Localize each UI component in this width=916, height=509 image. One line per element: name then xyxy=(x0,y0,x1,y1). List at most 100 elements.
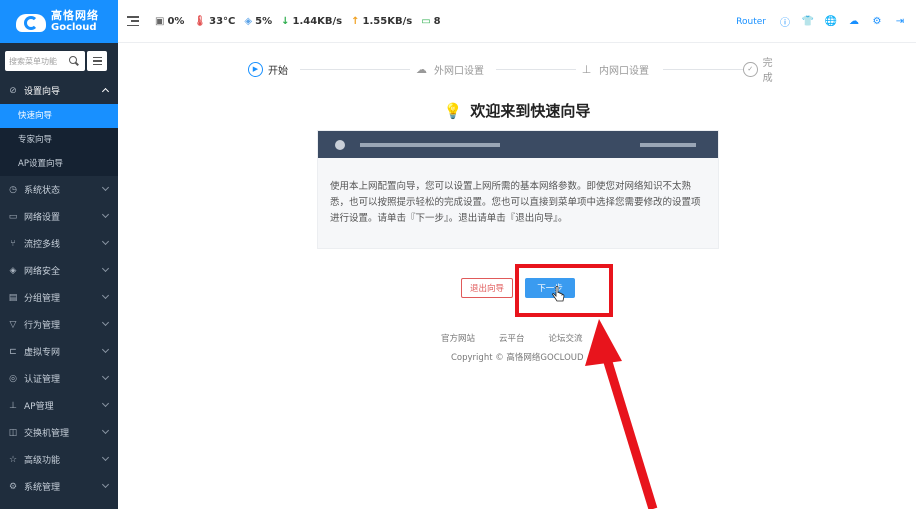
sidebar-item-system-status[interactable]: ◷ 系统状态 xyxy=(0,176,118,203)
sidebar-item-label: 高级功能 xyxy=(24,456,61,466)
step-connector xyxy=(300,69,410,70)
split-icon: ⑂ xyxy=(10,238,16,249)
monitor-icon: ▭ xyxy=(421,15,431,27)
thermometer-icon: 🌡 xyxy=(193,15,207,27)
step-label: 完成 xyxy=(762,58,773,84)
collapse-menu-icon[interactable] xyxy=(127,16,139,26)
brand-name-en: Gocloud xyxy=(51,22,97,33)
sidebar-item-ap-management[interactable]: ⊥ AP管理 xyxy=(0,392,118,419)
gocloud-logo-icon xyxy=(16,11,46,33)
top-bar: ▣ 0% 🌡 33°C ◈ 5% ↓ 1.44KB/s ↑ 1.55KB/s ▭… xyxy=(118,0,916,43)
step-label: 外网口设置 xyxy=(434,65,484,77)
cpu-icon: ▣ xyxy=(155,15,165,27)
search-icon[interactable] xyxy=(69,56,79,66)
sidebar-item-label: 设置向导 xyxy=(24,87,61,97)
switch-icon: ◫ xyxy=(8,427,18,438)
compass-icon: ⊘ xyxy=(9,85,17,96)
logo[interactable]: 高恪网络 Gocloud xyxy=(0,0,118,43)
sidebar-subitem-expert-wizard[interactable]: 专家向导 xyxy=(0,128,118,152)
sidebar-item-advanced[interactable]: ☆ 高级功能 xyxy=(0,446,118,473)
memory-stat: ◈ 5% xyxy=(244,16,272,27)
tshirt-icon[interactable]: 👕 xyxy=(801,15,815,29)
chevron-down-icon xyxy=(101,453,110,462)
step-label: 开始 xyxy=(268,65,288,77)
chevron-down-icon xyxy=(101,372,110,381)
sidebar-item-vpn[interactable]: ⊏ 虚拟专网 xyxy=(0,338,118,365)
chevron-down-icon xyxy=(101,426,110,435)
sidebar-item-label: 系统管理 xyxy=(24,483,61,493)
welcome-heading: 💡 欢迎来到快速向导 xyxy=(118,100,916,121)
chevron-up-icon xyxy=(101,87,110,96)
sidebar-item-auth-management[interactable]: ◎ 认证管理 xyxy=(0,365,118,392)
sidebar-item-label: 分组管理 xyxy=(24,294,61,304)
check-circle-icon: ✓ xyxy=(743,61,758,77)
sitemap-icon: ⊥ xyxy=(9,400,17,411)
menu-search-row xyxy=(0,43,118,77)
sidebar-item-label: 网络安全 xyxy=(24,267,61,277)
footer-link-official-site[interactable]: 官方网站 xyxy=(441,332,475,344)
footer-link-cloud-platform[interactable]: 云平台 xyxy=(499,332,525,344)
step-connector xyxy=(496,69,576,70)
main-content: ▶ 开始 ☁ 外网口设置 ⊥ 内网口设置 ✓ 完成 💡 欢迎来到快速向导 使用本… xyxy=(118,43,916,509)
vpn-icon: ⊏ xyxy=(9,346,17,357)
info-icon[interactable]: ⓘ xyxy=(778,15,792,29)
arrow-down-icon: ↓ xyxy=(281,15,290,27)
cpu-stat: ▣ 0% xyxy=(155,16,184,27)
chevron-down-icon xyxy=(101,183,110,192)
chevron-down-icon xyxy=(101,210,110,219)
gear-icon: ⚙ xyxy=(8,481,18,492)
cloud-upload-icon[interactable]: ☁ xyxy=(847,15,861,29)
sidebar-item-network-settings[interactable]: ▭ 网络设置 xyxy=(0,203,118,230)
sidebar-item-network-security[interactable]: ◈ 网络安全 xyxy=(0,257,118,284)
sidebar-item-flow-control[interactable]: ⑂ 流控多线 xyxy=(0,230,118,257)
sidebar-item-group-management[interactable]: ▤ 分组管理 xyxy=(0,284,118,311)
sidebar-item-behavior-management[interactable]: ▽ 行为管理 xyxy=(0,311,118,338)
exit-wizard-button[interactable]: 退出向导 xyxy=(461,278,513,298)
arrow-up-icon: ↑ xyxy=(351,15,360,27)
menu-search-input[interactable] xyxy=(9,52,69,70)
sidebar-item-setup-wizard[interactable]: ⊘ 设置向导 xyxy=(0,77,118,104)
chevron-down-icon xyxy=(101,318,110,327)
sidebar-item-label: 系统状态 xyxy=(24,186,61,196)
download-value: 1.44KB/s xyxy=(292,15,343,27)
sidebar-submenu: 快速向导 专家向导 AP设置向导 xyxy=(0,104,118,176)
chevron-down-icon xyxy=(101,264,110,273)
chevron-down-icon xyxy=(101,480,110,489)
cloud-icon: ☁ xyxy=(416,62,427,76)
clock-icon: ◷ xyxy=(9,184,17,195)
globe-icon[interactable]: 🌐 xyxy=(824,15,838,29)
upload-value: 1.55KB/s xyxy=(362,15,413,27)
sidebar: 高恪网络 Gocloud ⊘ 设置向导 快速向导 专家向导 AP设置向导 xyxy=(0,0,118,509)
temp-stat: 🌡 33°C xyxy=(193,16,235,27)
hand-cursor-icon xyxy=(552,286,565,302)
sidebar-subitem-ap-wizard[interactable]: AP设置向导 xyxy=(0,152,118,176)
intro-text: 使用本上网配置向导，您可以设置上网所需的基本网络参数。即使您对网络知识不太熟悉，… xyxy=(330,181,701,224)
step-lan-settings: ⊥ 内网口设置 xyxy=(579,59,655,79)
sidebar-item-system-management[interactable]: ⚙ 系统管理 xyxy=(0,473,118,500)
sidebar-item-label: 流控多线 xyxy=(24,240,61,250)
top-right-toolbar: Router ⓘ 👕 🌐 ☁ ⚙ ⇥ xyxy=(736,0,916,43)
play-icon: ▶ xyxy=(248,61,263,77)
brand-name-cn: 高恪网络 xyxy=(51,9,99,22)
menu-list-button[interactable] xyxy=(87,51,107,71)
chevron-down-icon xyxy=(101,237,110,246)
star-icon: ☆ xyxy=(8,454,18,465)
chevron-down-icon xyxy=(101,291,110,300)
sidebar-subitem-quick-wizard[interactable]: 快速向导 xyxy=(0,104,118,128)
logout-icon[interactable]: ⇥ xyxy=(893,15,907,29)
wizard-steps: ▶ 开始 ☁ 外网口设置 ⊥ 内网口设置 ✓ 完成 xyxy=(248,58,788,84)
download-stat: ↓ 1.44KB/s xyxy=(281,16,342,27)
group-icon: ▤ xyxy=(8,292,18,303)
cpu-value: 0% xyxy=(167,15,185,27)
gear-icon[interactable]: ⚙ xyxy=(870,15,884,29)
router-label[interactable]: Router xyxy=(736,17,766,27)
sidebar-item-label: 行为管理 xyxy=(24,321,61,331)
sidebar-item-switch-management[interactable]: ◫ 交换机管理 xyxy=(0,419,118,446)
sidebar-item-label: 网络设置 xyxy=(24,213,61,223)
menu-search-box xyxy=(5,51,85,71)
temp-value: 33°C xyxy=(209,15,236,27)
lightbulb-icon: 💡 xyxy=(443,102,463,120)
copyright: Copyright © 高恪网络GOCLOUD xyxy=(451,353,584,363)
sitemap-icon: ⊥ xyxy=(581,62,592,76)
footer-link-forum[interactable]: 论坛交流 xyxy=(549,332,583,344)
